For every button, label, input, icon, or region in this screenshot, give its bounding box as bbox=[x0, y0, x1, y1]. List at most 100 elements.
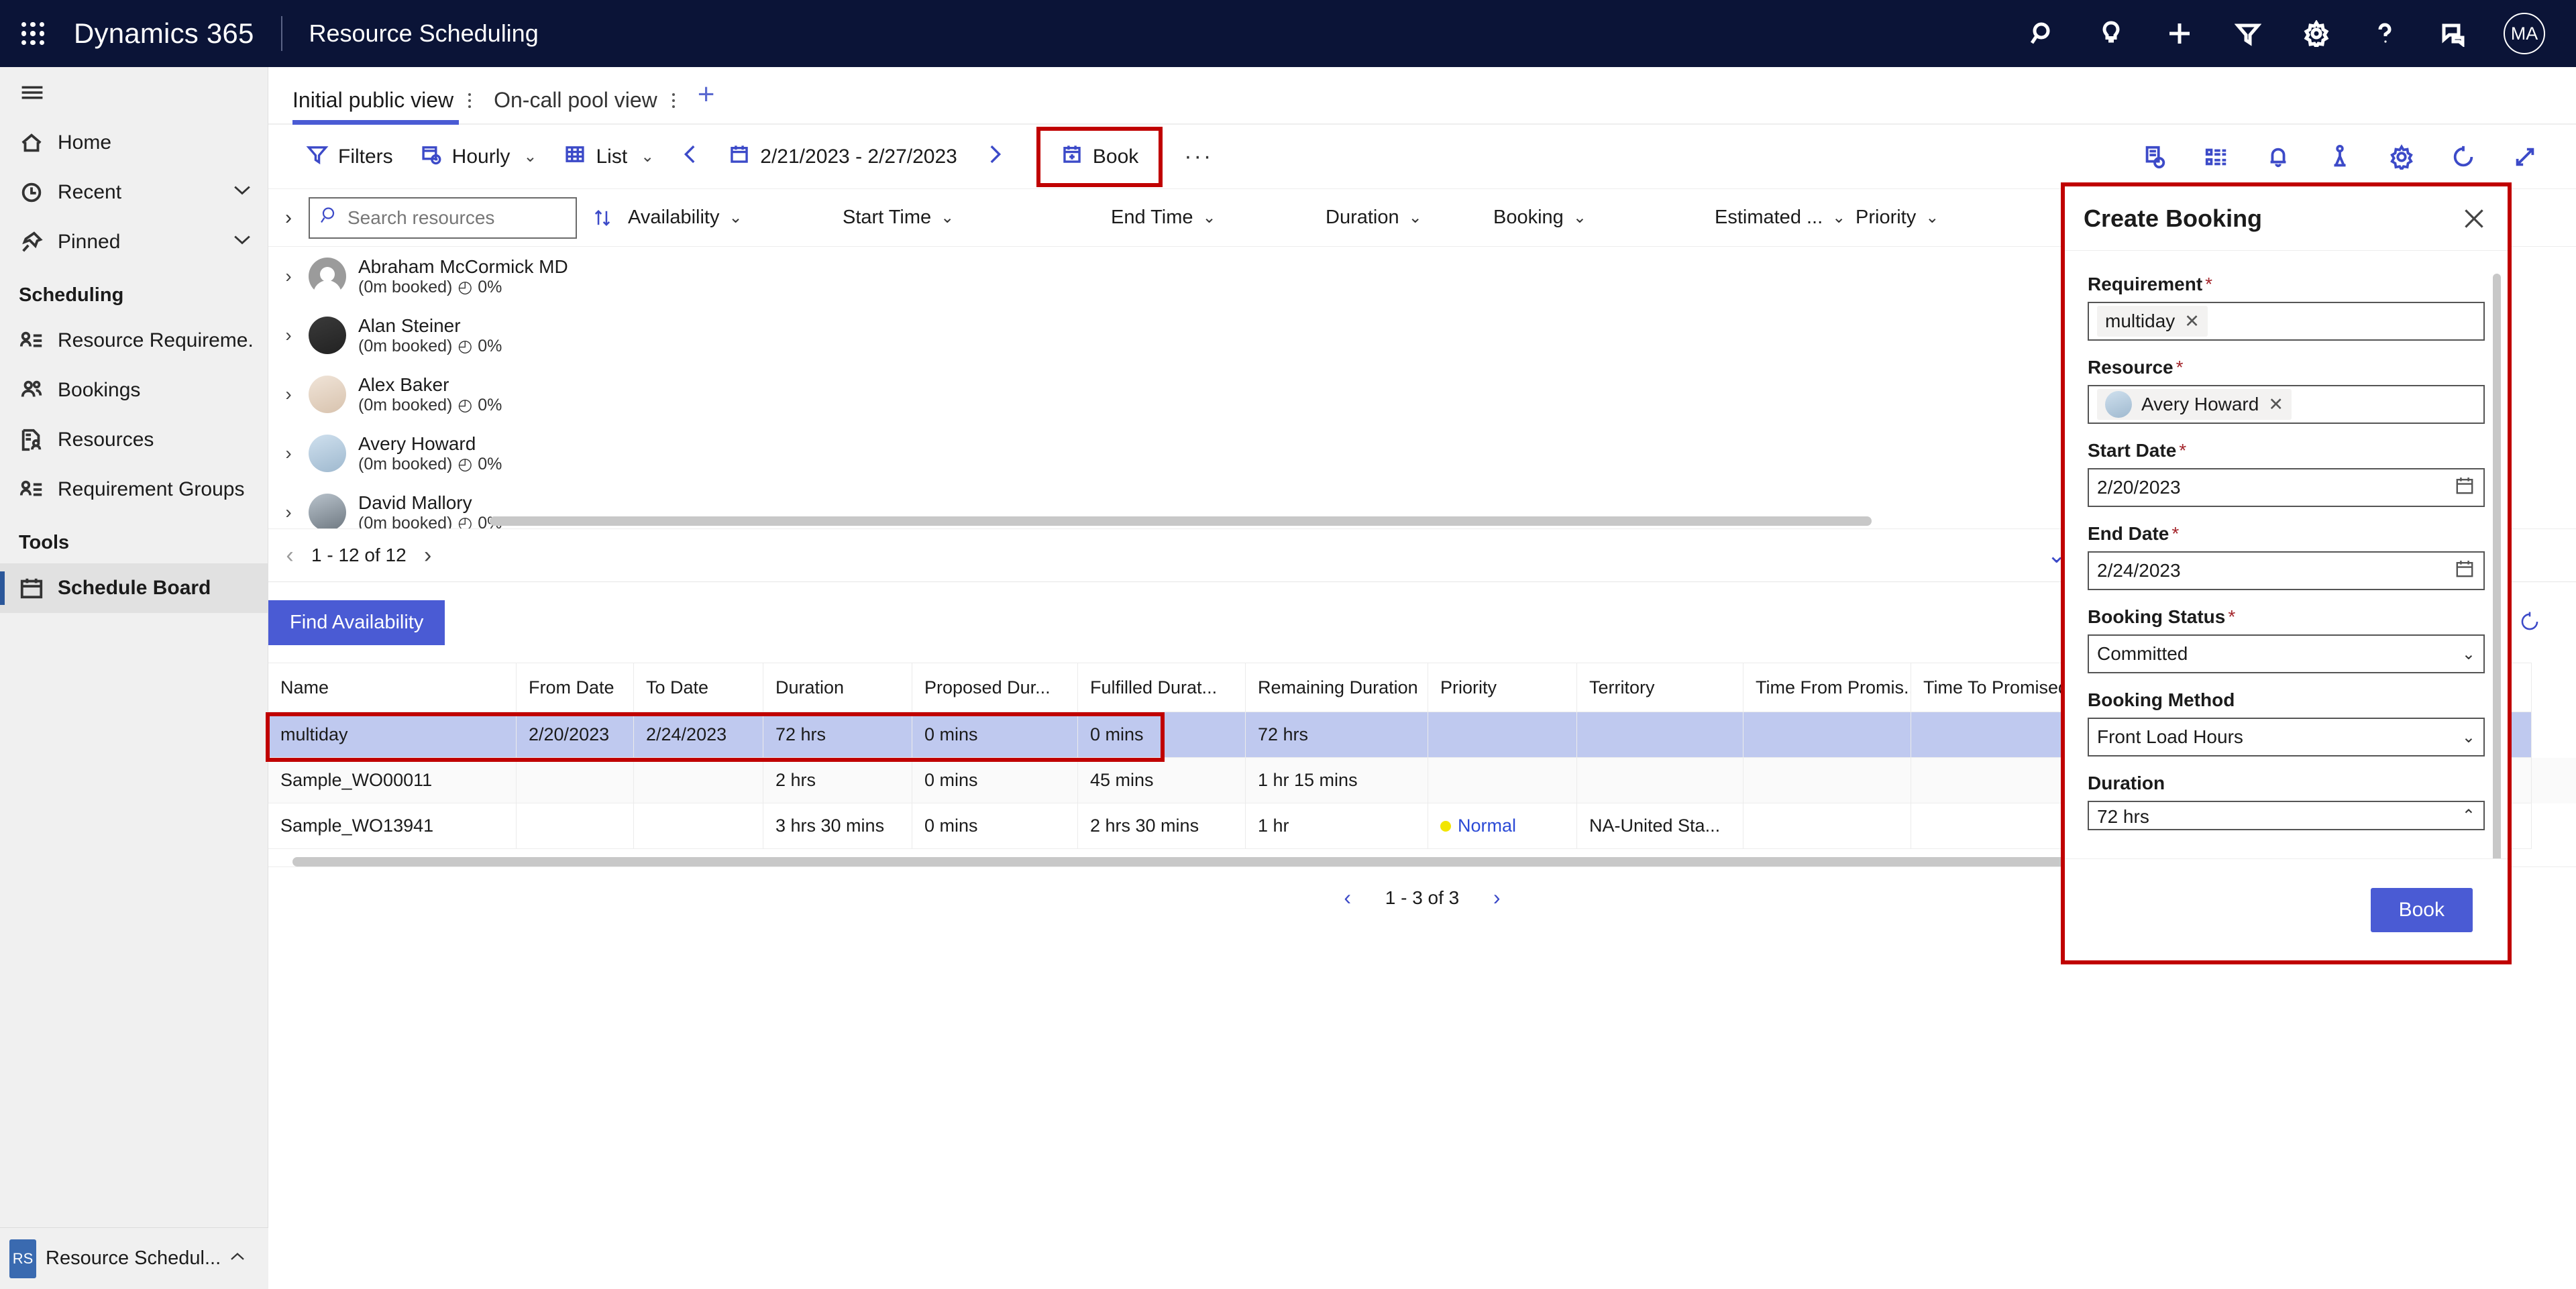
tab-overflow-icon[interactable] bbox=[464, 93, 475, 108]
sidebar-item-recent[interactable]: Recent bbox=[0, 168, 268, 217]
column-start-time[interactable]: Start Time ⌄ bbox=[843, 207, 1111, 229]
sidebar-item-resources[interactable]: Resources bbox=[0, 415, 268, 465]
expand-row-icon[interactable]: › bbox=[268, 502, 309, 523]
expand-row-icon[interactable]: › bbox=[268, 384, 309, 405]
search-icon[interactable] bbox=[2025, 15, 2061, 52]
chevron-down-icon[interactable]: ⌄ bbox=[2462, 728, 2475, 747]
expand-icon[interactable] bbox=[2509, 141, 2541, 173]
schedule-assistant-icon[interactable] bbox=[2139, 141, 2171, 173]
chevron-down-icon[interactable]: ⌄ bbox=[2462, 644, 2475, 664]
tab-initial-public-view[interactable]: Initial public view bbox=[292, 88, 475, 125]
lightbulb-icon[interactable] bbox=[2093, 15, 2129, 52]
column-end-time[interactable]: End Time ⌄ bbox=[1111, 207, 1326, 229]
column-duration[interactable]: Duration ⌄ bbox=[1326, 207, 1493, 229]
column-estimated[interactable]: Estimated ... ⌄ bbox=[1715, 207, 1856, 229]
sidebar-item-label: Resources bbox=[58, 429, 154, 451]
plus-icon[interactable] bbox=[2161, 15, 2198, 52]
column-header[interactable]: From Date bbox=[517, 663, 634, 712]
column-priority[interactable]: Priority ⌄ bbox=[1856, 207, 1939, 229]
help-icon[interactable] bbox=[2367, 15, 2403, 52]
panel-scrollbar[interactable] bbox=[2493, 274, 2501, 858]
close-icon[interactable] bbox=[2457, 201, 2491, 236]
filter-icon[interactable] bbox=[2230, 15, 2266, 52]
booking-status-select[interactable]: Committed ⌄ bbox=[2088, 634, 2485, 673]
chevron-right-icon[interactable]: › bbox=[1475, 885, 1518, 910]
search-resources-input[interactable] bbox=[347, 207, 566, 229]
plus-icon[interactable]: + bbox=[698, 78, 715, 123]
bell-icon[interactable] bbox=[2262, 141, 2294, 173]
gear-icon[interactable] bbox=[2385, 141, 2418, 173]
expand-row-icon[interactable]: › bbox=[268, 325, 309, 346]
book-button[interactable]: Book bbox=[1040, 131, 1159, 183]
viewmode-dropdown[interactable]: List ⌄ bbox=[550, 137, 667, 176]
expand-row-icon[interactable]: › bbox=[268, 443, 309, 464]
resource-input[interactable]: Avery Howard ✕ bbox=[2088, 385, 2485, 424]
feedback-icon[interactable] bbox=[2435, 15, 2471, 52]
app-switcher[interactable]: RS Resource Schedul... bbox=[0, 1227, 268, 1289]
column-header[interactable]: Territory bbox=[1577, 663, 1743, 712]
search-resources-input-wrap[interactable] bbox=[309, 197, 577, 239]
tab-overflow-icon[interactable] bbox=[668, 93, 679, 108]
avatar[interactable]: MA bbox=[2504, 13, 2545, 54]
cell-name[interactable]: multiday bbox=[268, 712, 517, 758]
sidebar-item-pinned[interactable]: Pinned bbox=[0, 217, 268, 267]
column-booking[interactable]: Booking ⌄ bbox=[1493, 207, 1715, 229]
chevron-down-icon[interactable] bbox=[230, 227, 254, 257]
remove-chip-icon[interactable]: ✕ bbox=[2184, 311, 2200, 332]
remove-chip-icon[interactable]: ✕ bbox=[2268, 394, 2284, 415]
book-submit-button[interactable]: Book bbox=[2370, 887, 2473, 932]
tab-on-call-pool-view[interactable]: On-call pool view bbox=[494, 88, 679, 123]
column-header[interactable]: Priority bbox=[1428, 663, 1577, 712]
chevron-right-icon[interactable]: › bbox=[407, 543, 449, 569]
filters-button[interactable]: Filters bbox=[292, 137, 407, 176]
sidebar-item-home[interactable]: Home bbox=[0, 118, 268, 168]
date-range-picker[interactable]: 2/21/2023 - 2/27/2023 bbox=[714, 137, 971, 176]
column-header[interactable]: Proposed Dur... bbox=[912, 663, 1078, 712]
chevron-up-icon[interactable]: ⌃ bbox=[2462, 806, 2475, 826]
sidebar-item-schedule-board[interactable]: Schedule Board bbox=[0, 563, 268, 613]
resource-list-horizontal-scrollbar[interactable] bbox=[490, 516, 1872, 526]
resource-chip[interactable]: Avery Howard ✕ bbox=[2097, 389, 2292, 420]
chevron-up-icon[interactable] bbox=[227, 1247, 248, 1270]
calendar-icon[interactable] bbox=[2454, 475, 2475, 501]
requirement-input[interactable]: multiday ✕ bbox=[2088, 302, 2485, 341]
granularity-dropdown[interactable]: Hourly ⌄ bbox=[407, 137, 551, 176]
column-header[interactable]: Remaining Duration bbox=[1246, 663, 1428, 712]
sidebar-item-requirement-groups[interactable]: Requirement Groups bbox=[0, 465, 268, 514]
chevron-left-icon[interactable]: ‹ bbox=[1326, 885, 1369, 910]
cell-name[interactable]: Sample_WO13941 bbox=[268, 803, 517, 849]
app-name: Resource Scheduling bbox=[309, 19, 539, 47]
sidebar-item-resource-requirements[interactable]: Resource Requireme... bbox=[0, 316, 268, 366]
refresh-icon[interactable] bbox=[2518, 610, 2541, 636]
column-header[interactable]: To Date bbox=[634, 663, 763, 712]
hamburger-icon[interactable] bbox=[5, 67, 59, 118]
map-pin-icon[interactable] bbox=[2324, 141, 2356, 173]
column-header[interactable]: Duration bbox=[763, 663, 912, 712]
sidebar-item-bookings[interactable]: Bookings bbox=[0, 366, 268, 415]
refresh-icon[interactable] bbox=[2447, 141, 2479, 173]
calendar-icon[interactable] bbox=[2454, 558, 2475, 584]
duration-stepper[interactable]: 72 hrs ⌃ bbox=[2088, 801, 2485, 830]
cell-name[interactable]: Sample_WO00011 bbox=[268, 758, 517, 803]
gear-icon[interactable] bbox=[2298, 15, 2334, 52]
column-header[interactable]: Fulfilled Durat... bbox=[1078, 663, 1246, 712]
start-date-input[interactable]: 2/20/2023 bbox=[2088, 468, 2485, 507]
app-launcher-icon[interactable] bbox=[15, 15, 51, 52]
chevron-right-icon[interactable]: › bbox=[268, 207, 309, 229]
column-header[interactable]: Time From Promis... bbox=[1743, 663, 1911, 712]
requirement-chip[interactable]: multiday ✕ bbox=[2097, 306, 2208, 337]
end-date-input[interactable]: 2/24/2023 bbox=[2088, 551, 2485, 590]
booking-method-select[interactable]: Front Load Hours ⌄ bbox=[2088, 718, 2485, 756]
sort-icon[interactable] bbox=[577, 207, 628, 229]
list-icon[interactable] bbox=[2200, 141, 2233, 173]
column-header[interactable]: Name bbox=[268, 663, 517, 712]
chevron-left-icon[interactable]: ‹ bbox=[268, 543, 311, 569]
find-availability-button[interactable]: Find Availability bbox=[268, 600, 445, 645]
more-commands-button[interactable]: ··· bbox=[1171, 144, 1226, 170]
column-availability[interactable]: Availability ⌄ bbox=[628, 207, 843, 229]
cell-territory[interactable]: NA-United Sta... bbox=[1577, 803, 1743, 849]
expand-row-icon[interactable]: › bbox=[268, 266, 309, 287]
chevron-down-icon[interactable] bbox=[230, 178, 254, 207]
previous-period-button[interactable] bbox=[667, 137, 714, 176]
next-period-button[interactable] bbox=[971, 137, 1018, 176]
